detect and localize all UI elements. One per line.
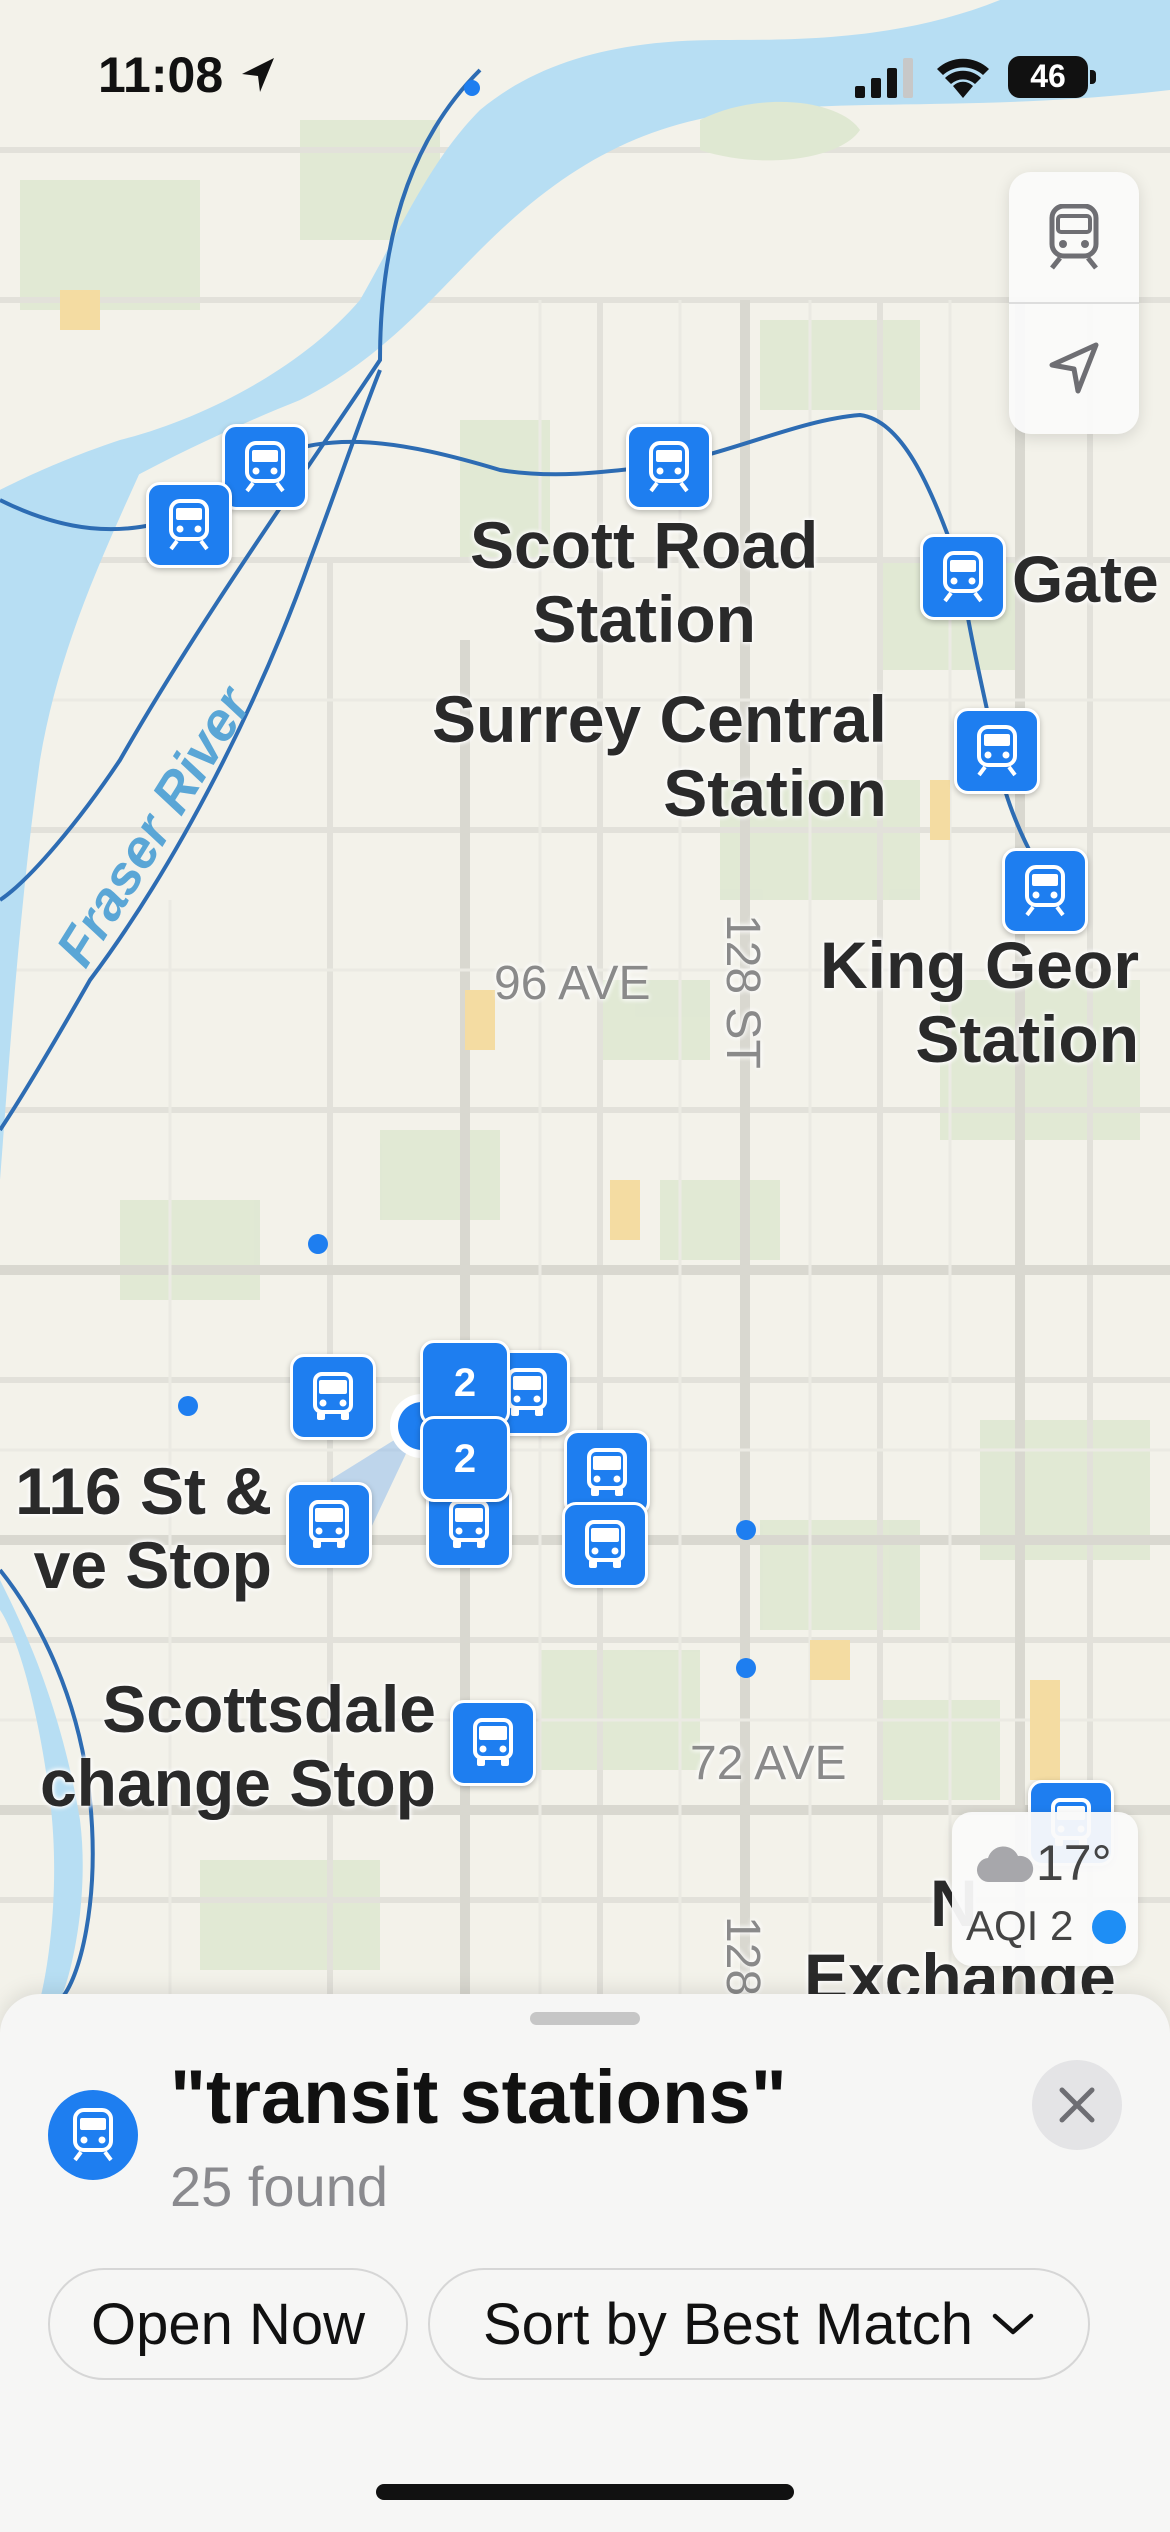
bus-icon bbox=[309, 1500, 349, 1548]
cloud-icon bbox=[976, 1846, 1034, 1883]
station-label-scott-road[interactable]: Scott Road Station bbox=[470, 508, 818, 656]
sort-label: Sort by Best Match bbox=[483, 2291, 973, 2357]
station-name-line1: Surrey Central bbox=[432, 682, 887, 756]
status-bar: 11:08 46 bbox=[0, 0, 1170, 150]
stop-name-line2: ve Stop bbox=[33, 1528, 272, 1602]
stop-label-scottsdale[interactable]: Scottsdale change Stop bbox=[0, 1672, 436, 1820]
train-icon bbox=[73, 2108, 113, 2162]
bus-stop-pin[interactable] bbox=[286, 1482, 372, 1568]
stop-name-line2: change Stop bbox=[39, 1746, 436, 1820]
bus-stop-pin[interactable] bbox=[290, 1354, 376, 1440]
temperature: 17° bbox=[1036, 1835, 1112, 1891]
stop-cluster-pin[interactable]: 2 bbox=[420, 1416, 510, 1502]
bus-icon bbox=[507, 1368, 547, 1416]
air-quality-index: AQI 2 bbox=[966, 1902, 1074, 1949]
train-station-pin[interactable] bbox=[954, 708, 1040, 794]
road-label-128-st-south: 128 bbox=[716, 1916, 769, 1997]
stop-label-116-st[interactable]: 116 St & ve Stop bbox=[0, 1454, 272, 1602]
bus-icon bbox=[587, 1448, 627, 1496]
station-name-line1: King Geor bbox=[820, 928, 1140, 1002]
road-label-128-st: 128 ST bbox=[716, 914, 769, 1069]
train-icon bbox=[1049, 204, 1099, 270]
cellular-signal-icon bbox=[855, 58, 913, 98]
road-label-96-ave: 96 AVE bbox=[494, 957, 651, 1010]
results-count: 25 found bbox=[170, 2155, 388, 2218]
station-name-line1: Gate bbox=[1012, 542, 1159, 616]
train-icon bbox=[245, 441, 285, 493]
sheet-grabber[interactable] bbox=[530, 2012, 640, 2025]
bus-icon bbox=[473, 1718, 513, 1766]
stop-name-line1: Scottsdale bbox=[102, 1672, 436, 1746]
station-label-gateway[interactable]: Gate bbox=[1012, 542, 1159, 616]
bus-stop-pin[interactable] bbox=[562, 1502, 648, 1588]
close-icon bbox=[1059, 2087, 1095, 2123]
chevron-down-icon bbox=[992, 2313, 1034, 2335]
transit-category-icon bbox=[48, 2090, 138, 2180]
train-station-pin[interactable] bbox=[1002, 848, 1088, 934]
current-location-button[interactable] bbox=[1009, 304, 1139, 434]
open-now-label: Open Now bbox=[90, 2291, 366, 2357]
station-name-line2: Station bbox=[663, 756, 887, 830]
location-arrow-icon bbox=[242, 58, 274, 92]
home-indicator bbox=[376, 2484, 794, 2500]
weather-widget[interactable]: 17° AQI 2 bbox=[952, 1812, 1138, 1966]
location-arrow-icon bbox=[1049, 342, 1099, 394]
map-controls bbox=[1009, 172, 1139, 434]
cluster-count: 2 bbox=[453, 1436, 477, 1481]
search-query-title: "transit stations" bbox=[170, 2055, 787, 2140]
train-icon bbox=[169, 499, 209, 551]
battery-level: 46 bbox=[1030, 58, 1066, 94]
train-icon bbox=[977, 725, 1017, 777]
train-icon bbox=[943, 551, 983, 603]
bus-icon bbox=[585, 1520, 625, 1568]
stop-cluster-pin[interactable]: 2 bbox=[420, 1340, 510, 1426]
station-name-line2: Station bbox=[915, 1002, 1140, 1076]
bus-icon bbox=[449, 1500, 489, 1548]
open-now-filter-button[interactable]: Open Now bbox=[48, 2268, 408, 2380]
station-name-line2: Station bbox=[532, 582, 756, 656]
aqi-status-dot bbox=[1092, 1910, 1126, 1944]
train-icon bbox=[649, 441, 689, 493]
close-button[interactable] bbox=[1032, 2060, 1122, 2150]
results-sheet[interactable]: "transit stations" 25 found Open Now Sor… bbox=[0, 1994, 1170, 2532]
status-time: 11:08 bbox=[98, 47, 224, 103]
bus-icon bbox=[313, 1372, 353, 1420]
cluster-count: 2 bbox=[453, 1360, 477, 1405]
train-station-pin[interactable] bbox=[146, 482, 232, 568]
train-station-pin[interactable] bbox=[626, 424, 712, 510]
battery-icon: 46 bbox=[1008, 56, 1096, 98]
train-station-pin[interactable] bbox=[222, 424, 308, 510]
stop-name-line1: 116 St & bbox=[15, 1454, 272, 1528]
sort-filter-button[interactable]: Sort by Best Match bbox=[428, 2268, 1090, 2380]
transit-mode-button[interactable] bbox=[1009, 172, 1139, 302]
station-label-king-george[interactable]: King Geor Station bbox=[820, 928, 1139, 1076]
station-label-surrey-central[interactable]: Surrey Central Station bbox=[432, 682, 887, 830]
train-station-pin[interactable] bbox=[920, 534, 1006, 620]
road-label-72-ave: 72 AVE bbox=[690, 1737, 847, 1790]
train-icon bbox=[1025, 865, 1065, 917]
wifi-icon bbox=[937, 58, 989, 98]
bus-stop-pin[interactable] bbox=[450, 1700, 536, 1786]
station-name-line1: Scott Road bbox=[470, 508, 819, 582]
